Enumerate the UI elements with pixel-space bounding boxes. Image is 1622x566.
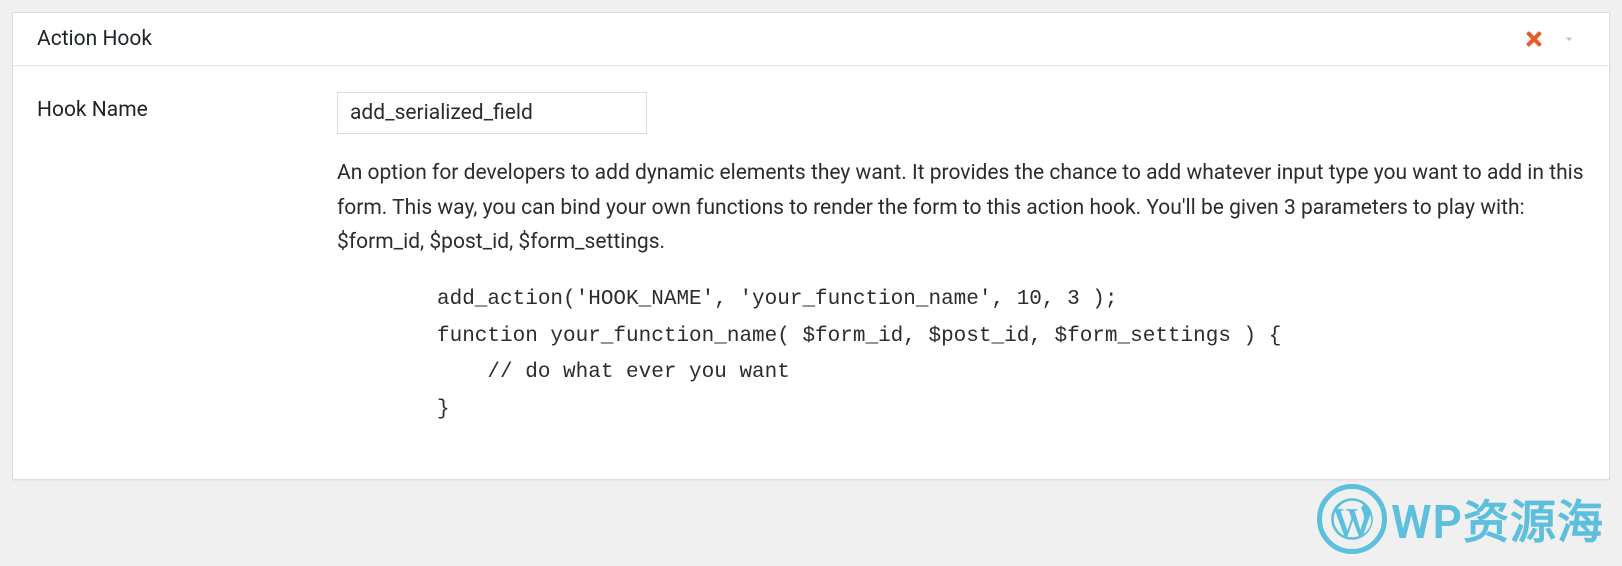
code-example: add_action('HOOK_NAME', 'your_function_n… — [337, 282, 1585, 429]
panel-body: Hook Name An option for developers to ad… — [13, 66, 1609, 479]
watermark: WP资源海 — [1317, 484, 1604, 554]
wordpress-logo-icon — [1317, 484, 1387, 554]
hook-name-input[interactable] — [337, 92, 647, 134]
watermark-text: WP资源海 — [1391, 486, 1604, 552]
panel-title: Action Hook — [37, 27, 152, 51]
close-icon[interactable] — [1523, 28, 1545, 50]
panel-header: Action Hook — [13, 13, 1609, 66]
action-hook-panel: Action Hook Hook Name An option for deve… — [12, 12, 1610, 480]
panel-actions — [1523, 28, 1585, 50]
field-content: An option for developers to add dynamic … — [337, 92, 1585, 429]
chevron-down-icon[interactable] — [1559, 29, 1579, 49]
hook-description: An option for developers to add dynamic … — [337, 156, 1585, 260]
hook-name-label: Hook Name — [37, 92, 307, 429]
